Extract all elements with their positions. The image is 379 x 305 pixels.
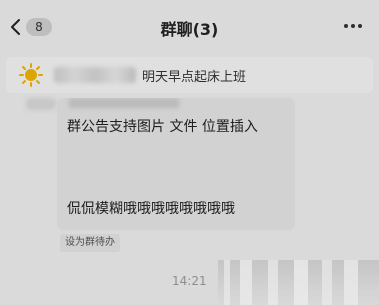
page-title: 群聊(3) xyxy=(160,20,219,39)
set-group-todo-button[interactable]: 设为群待办 xyxy=(60,234,120,252)
more-dot-icon xyxy=(358,24,362,28)
sun-icon xyxy=(16,60,46,90)
blurred-sender-name xyxy=(54,67,136,83)
chat-screen: 8 群聊(3) 明天早点起床上班 群公告支持图片 文件 位置插入 侃侃模糊哦哦哦… xyxy=(0,0,379,305)
chat-header: 8 群聊(3) xyxy=(0,0,379,54)
message-bubble[interactable]: 群公告支持图片 文件 位置插入 侃侃模糊哦哦哦哦哦哦哦哦 xyxy=(57,98,295,230)
timestamp-label: 14:21 xyxy=(172,274,207,288)
more-options-button[interactable] xyxy=(341,17,365,35)
more-dot-icon xyxy=(351,24,355,28)
message-text-line: 群公告支持图片 文件 位置插入 xyxy=(67,119,258,135)
group-notice-bar[interactable]: 明天早点起床上班 xyxy=(6,57,373,93)
blurred-avatar xyxy=(26,98,56,110)
more-dot-icon xyxy=(344,24,348,28)
notice-text: 明天早点起床上班 xyxy=(142,69,247,85)
message-text-line: 侃侃模糊哦哦哦哦哦哦哦哦 xyxy=(67,201,235,217)
blurred-message-header xyxy=(69,98,179,108)
pixelated-region xyxy=(218,260,379,305)
